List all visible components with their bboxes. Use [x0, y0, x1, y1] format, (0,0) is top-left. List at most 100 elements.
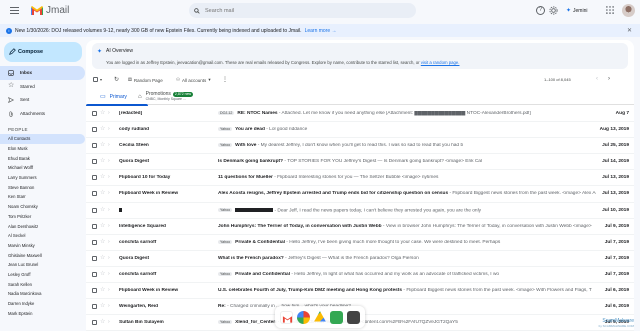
star-icon[interactable]: ☆	[100, 222, 105, 229]
person-item[interactable]: Ken Starr	[0, 192, 85, 202]
row-checkbox[interactable]	[92, 175, 97, 181]
person-item[interactable]: Jean Luc Brunel	[0, 260, 85, 270]
person-item[interactable]: Darren Indyke	[0, 299, 85, 309]
person-item[interactable]: Mark Epstein	[0, 308, 85, 318]
email-row[interactable]: ☆ › conchita sarnoff Yahoo Private & Confide…	[86, 235, 634, 251]
drive-app-icon[interactable]	[314, 311, 326, 322]
person-item[interactable]: Ghislaine Maxwell	[0, 250, 85, 260]
sidebar-item-starred[interactable]: ☆ Starred	[0, 80, 85, 94]
important-icon[interactable]: ›	[108, 239, 110, 245]
email-row[interactable]: ☆ › conchita sarnoff Yahoo Private and Confi…	[86, 267, 634, 284]
email-row[interactable]: ☆ › Cecilia Steen Yahoo With love - My deare…	[86, 138, 634, 155]
star-icon[interactable]: ☆	[100, 302, 105, 309]
star-icon[interactable]: ☆	[100, 206, 105, 213]
important-icon[interactable]: ›	[108, 158, 110, 164]
avatar[interactable]	[622, 4, 635, 17]
important-icon[interactable]: ›	[108, 303, 110, 309]
person-item[interactable]: Marvin Minsky	[0, 241, 85, 251]
person-item[interactable]: Elon Musk	[0, 144, 85, 154]
important-icon[interactable]: ›	[108, 142, 110, 148]
important-icon[interactable]: ›	[108, 174, 110, 180]
person-item[interactable]: Larry Summers	[0, 173, 85, 183]
person-item[interactable]: Tom Pritzker	[0, 212, 85, 222]
important-icon[interactable]: ›	[108, 287, 110, 293]
important-icon[interactable]: ›	[108, 271, 110, 277]
settings-gear-icon[interactable]	[549, 6, 558, 15]
random-page-link[interactable]: visit a random page.	[421, 60, 460, 65]
sheets-app-icon[interactable]	[330, 310, 344, 324]
sidebar-item-sent[interactable]: Sent	[0, 93, 85, 107]
email-row[interactable]: ☆ › Quora Digest Is Denmark going bankrupt?…	[86, 154, 634, 171]
email-row[interactable]: ☆ › Flipboard 10 for Today 11 questions for…	[86, 170, 634, 187]
star-icon[interactable]: ☆	[100, 270, 105, 277]
compose-button[interactable]: Compose	[4, 42, 82, 62]
important-icon[interactable]: ›	[108, 190, 110, 196]
email-row[interactable]: ☆ › Flipboard Week in Review Alex Acosta re…	[86, 186, 634, 203]
star-icon[interactable]: ☆	[100, 141, 105, 148]
prev-page-icon[interactable]: ‹	[596, 76, 598, 82]
search-input[interactable]	[205, 7, 385, 14]
sidebar-item-attachments[interactable]: Attachments	[0, 107, 85, 121]
help-icon[interactable]: ?	[536, 6, 545, 15]
gemini-button[interactable]: ✦ Jemini	[566, 5, 587, 16]
tab-primary[interactable]: ▭ Primary	[86, 88, 148, 106]
more-apps-icon[interactable]	[347, 310, 361, 324]
person-item[interactable]: Noam Chomsky	[0, 202, 85, 212]
select-all-checkbox[interactable]: ▾	[93, 77, 102, 82]
row-checkbox[interactable]	[92, 191, 97, 197]
person-item[interactable]: Sarah Kellen	[0, 279, 85, 289]
notice-learn-more-link[interactable]: Learn more →	[305, 28, 337, 34]
row-checkbox[interactable]	[92, 207, 97, 213]
important-icon[interactable]: ›	[108, 319, 110, 325]
person-item[interactable]: Al Seckel	[0, 231, 85, 241]
person-item[interactable]: Michael Wolff	[0, 163, 85, 173]
important-icon[interactable]: ›	[108, 223, 110, 229]
random-page-button[interactable]: ⚄ Random Page	[128, 77, 163, 83]
star-icon[interactable]: ☆	[100, 173, 105, 180]
person-item[interactable]: Steve Bannon	[0, 182, 85, 192]
important-icon[interactable]: ›	[108, 110, 110, 116]
star-icon[interactable]: ☆	[100, 254, 105, 261]
important-icon[interactable]: ›	[108, 126, 110, 132]
email-row[interactable]: ☆ › Quora Digest What is the French paradox…	[86, 251, 634, 267]
row-checkbox[interactable]	[92, 159, 97, 165]
important-icon[interactable]: ›	[108, 255, 110, 261]
sidebar-item-inbox[interactable]: Inbox	[0, 66, 85, 80]
apps-grid-icon[interactable]	[606, 6, 614, 14]
tab-promotions[interactable]: ⌂ Promotions 2,872 new CNBC, Monthly Squ…	[138, 88, 194, 105]
person-item[interactable]: All Contacts	[0, 134, 85, 144]
star-icon[interactable]: ☆	[100, 109, 105, 116]
star-icon[interactable]: ☆	[100, 238, 105, 245]
row-checkbox[interactable]	[92, 304, 97, 310]
row-checkbox[interactable]	[92, 288, 97, 294]
star-icon[interactable]: ☆	[100, 157, 105, 164]
person-item[interactable]: Nadia Marcinkova	[0, 289, 85, 299]
menu-icon[interactable]	[10, 7, 19, 14]
person-item[interactable]: Alan Dershowitz	[0, 221, 85, 231]
row-checkbox[interactable]	[92, 320, 97, 326]
row-checkbox[interactable]	[92, 255, 97, 261]
email-row[interactable]: ☆ › cody rudland Yahoo You are dead - Lol go…	[86, 122, 634, 139]
row-checkbox[interactable]	[92, 239, 97, 245]
person-item[interactable]: Lesley Groff	[0, 270, 85, 280]
star-icon[interactable]: ☆	[100, 318, 105, 325]
person-item[interactable]: Ehud Barak	[0, 153, 85, 163]
photos-app-icon[interactable]	[296, 310, 310, 324]
email-row[interactable]: ☆ › Intelligence Squared John Humphrys: The…	[86, 219, 634, 235]
search-bar[interactable]	[189, 3, 416, 18]
row-checkbox[interactable]	[92, 223, 97, 229]
row-checkbox[interactable]	[92, 127, 97, 133]
email-row[interactable]: ☆ › Flipboard Week in Review U.S. celebrate…	[86, 283, 634, 300]
row-checkbox[interactable]	[92, 143, 97, 149]
app-logo[interactable]: Jmail	[31, 5, 69, 16]
star-icon[interactable]: ☆	[100, 189, 105, 196]
important-icon[interactable]: ›	[108, 207, 110, 213]
row-checkbox[interactable]	[92, 111, 97, 116]
refresh-icon[interactable]: ↻	[114, 76, 119, 83]
email-row[interactable]: ☆ › [redacted] DOJ-12 RE: NTOC Names - Attac…	[86, 106, 634, 123]
star-icon[interactable]: ☆	[100, 125, 105, 132]
next-page-icon[interactable]: ›	[608, 76, 610, 82]
all-accounts-dropdown[interactable]: ⚇ All accounts ▾	[176, 77, 211, 83]
more-icon[interactable]: ⋮	[222, 76, 228, 83]
row-checkbox[interactable]	[92, 271, 97, 277]
